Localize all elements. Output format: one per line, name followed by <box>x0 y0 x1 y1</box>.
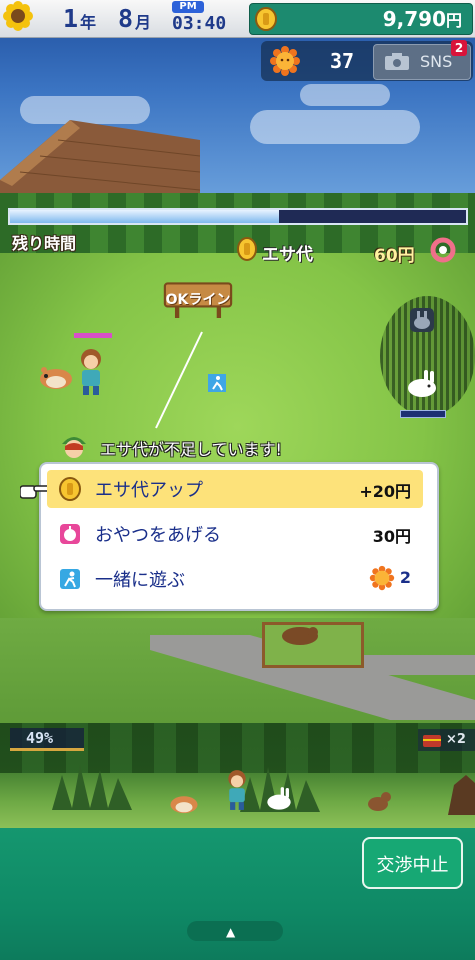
rabbit-ghost-icon <box>410 308 434 332</box>
clock-time: 03:40 <box>172 13 227 34</box>
option-value: 30円 <box>372 527 411 546</box>
menu-option-play-together[interactable]: 一緒に遊ぶ 2 <box>47 560 423 598</box>
progress-percent: 49% <box>26 729 54 747</box>
target-ring-icon <box>430 237 456 263</box>
menu-option-feed-raise[interactable]: エサ代アップ +20円 <box>47 470 423 508</box>
chest-counter: ×2 <box>418 729 475 751</box>
rock-sprite <box>448 775 475 815</box>
menu-option-give-snack[interactable]: おやつをあげる 30円 <box>47 515 423 553</box>
rabbit-sprite <box>408 370 436 397</box>
treasure-chest-icon <box>423 735 441 747</box>
option-value: 2 <box>399 568 411 587</box>
runner-icon <box>60 569 80 589</box>
year-unit: 年 <box>80 13 97 32</box>
option-value: +20円 <box>359 482 411 501</box>
keeper-character-sprite <box>81 349 101 395</box>
food-cost-label: エサ代 <box>262 245 313 265</box>
option-label: エサ代アップ <box>95 480 203 501</box>
cloud <box>250 110 420 144</box>
time-bar-fill <box>10 210 279 223</box>
progress-underline <box>10 748 84 751</box>
capybara-sprite <box>282 627 318 645</box>
squirrel-sprite <box>368 792 391 811</box>
sun-icon <box>270 46 300 76</box>
sun-icon <box>369 565 395 591</box>
status-message: エサ代が不足しています! <box>100 440 282 459</box>
hamster-sprite <box>170 796 198 814</box>
camera-icon <box>385 53 409 70</box>
bush-sprite <box>52 765 132 810</box>
ampm-badge: PM <box>172 1 204 13</box>
coin-icon <box>255 7 277 31</box>
animal-status-bar <box>400 410 446 418</box>
play-marker-icon <box>208 374 226 392</box>
money-display: 9,790円 <box>249 3 473 35</box>
money-value: 9,790円 <box>382 7 462 31</box>
ok-line-label: OKライン <box>165 292 231 308</box>
coin-icon <box>237 237 257 261</box>
character-status-bar <box>74 333 112 338</box>
sun-count: 37 <box>330 49 355 73</box>
quit-negotiation-label: 交渉中止 <box>376 855 449 876</box>
cloud <box>300 84 390 106</box>
keeper-character-sprite <box>228 770 246 810</box>
month-value: 8 <box>118 4 133 33</box>
npc-avatar <box>62 437 86 458</box>
rabbit-sprite <box>267 787 291 810</box>
option-label: 一緒に遊ぶ <box>95 570 185 591</box>
food-cost-value: 60円 <box>374 246 415 266</box>
sns-notification-badge: 2 <box>451 40 467 56</box>
coin-icon <box>59 477 81 501</box>
apple-icon <box>60 524 80 544</box>
chevron-up-icon: ▲ <box>226 925 236 939</box>
option-label: おやつをあげる <box>95 525 221 546</box>
month-unit: 月 <box>135 13 152 32</box>
sunflower-icon <box>3 1 33 31</box>
hamster-sprite <box>40 367 72 389</box>
time-remaining-label: 残り時間 <box>12 234 77 253</box>
chest-count: ×2 <box>446 732 466 747</box>
building-roof <box>0 120 200 200</box>
year-value: 1 <box>63 4 78 33</box>
pointer-hand-icon <box>20 485 50 499</box>
sns-label: SNS <box>420 52 453 71</box>
ok-line-pointer <box>155 331 203 429</box>
